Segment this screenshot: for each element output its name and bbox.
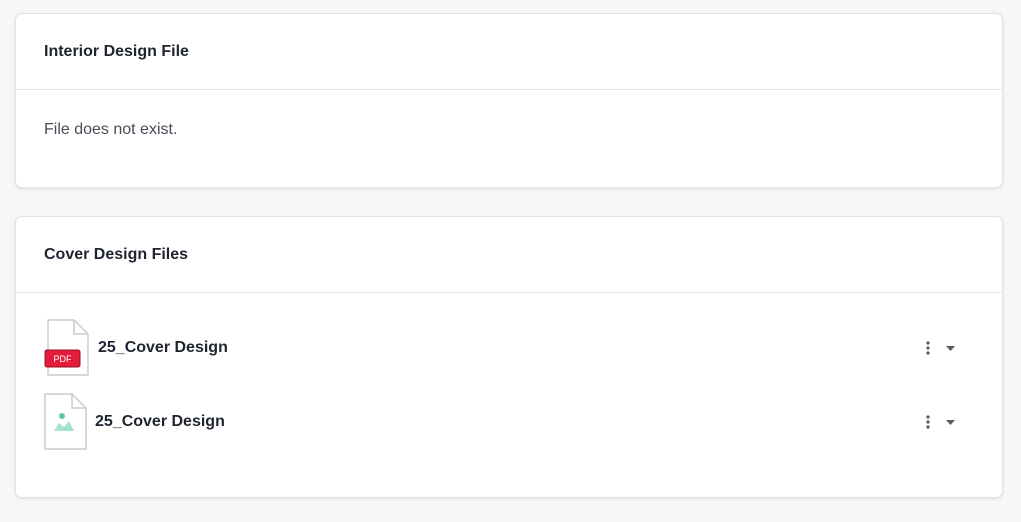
row-actions <box>922 414 956 430</box>
interior-design-title: Interior Design File <box>44 42 189 60</box>
chevron-down-icon[interactable] <box>944 416 956 428</box>
more-options-icon[interactable] <box>922 340 934 356</box>
chevron-down-icon[interactable] <box>944 342 956 354</box>
cover-design-card-header: Cover Design Files <box>16 217 1002 293</box>
file-row-image[interactable]: 25_Cover Design <box>44 393 962 451</box>
pdf-file-icon: PDF <box>44 319 92 377</box>
file-row-pdf[interactable]: PDF 25_Cover Design <box>44 319 962 377</box>
file-name[interactable]: 25_Cover Design <box>95 413 225 431</box>
row-actions <box>922 340 956 356</box>
interior-design-card: Interior Design File File does not exist… <box>15 13 1003 188</box>
pdf-badge-label: PDF <box>54 354 73 364</box>
file-missing-message: File does not exist. <box>44 121 178 138</box>
cover-design-title: Cover Design Files <box>44 245 189 263</box>
cover-design-card: Cover Design Files PDF 25_Cover Design 2… <box>15 216 1003 498</box>
more-options-icon[interactable] <box>922 414 934 430</box>
interior-design-card-header: Interior Design File <box>16 14 1002 90</box>
file-name[interactable]: 25_Cover Design <box>98 339 228 357</box>
image-file-icon <box>44 393 89 451</box>
